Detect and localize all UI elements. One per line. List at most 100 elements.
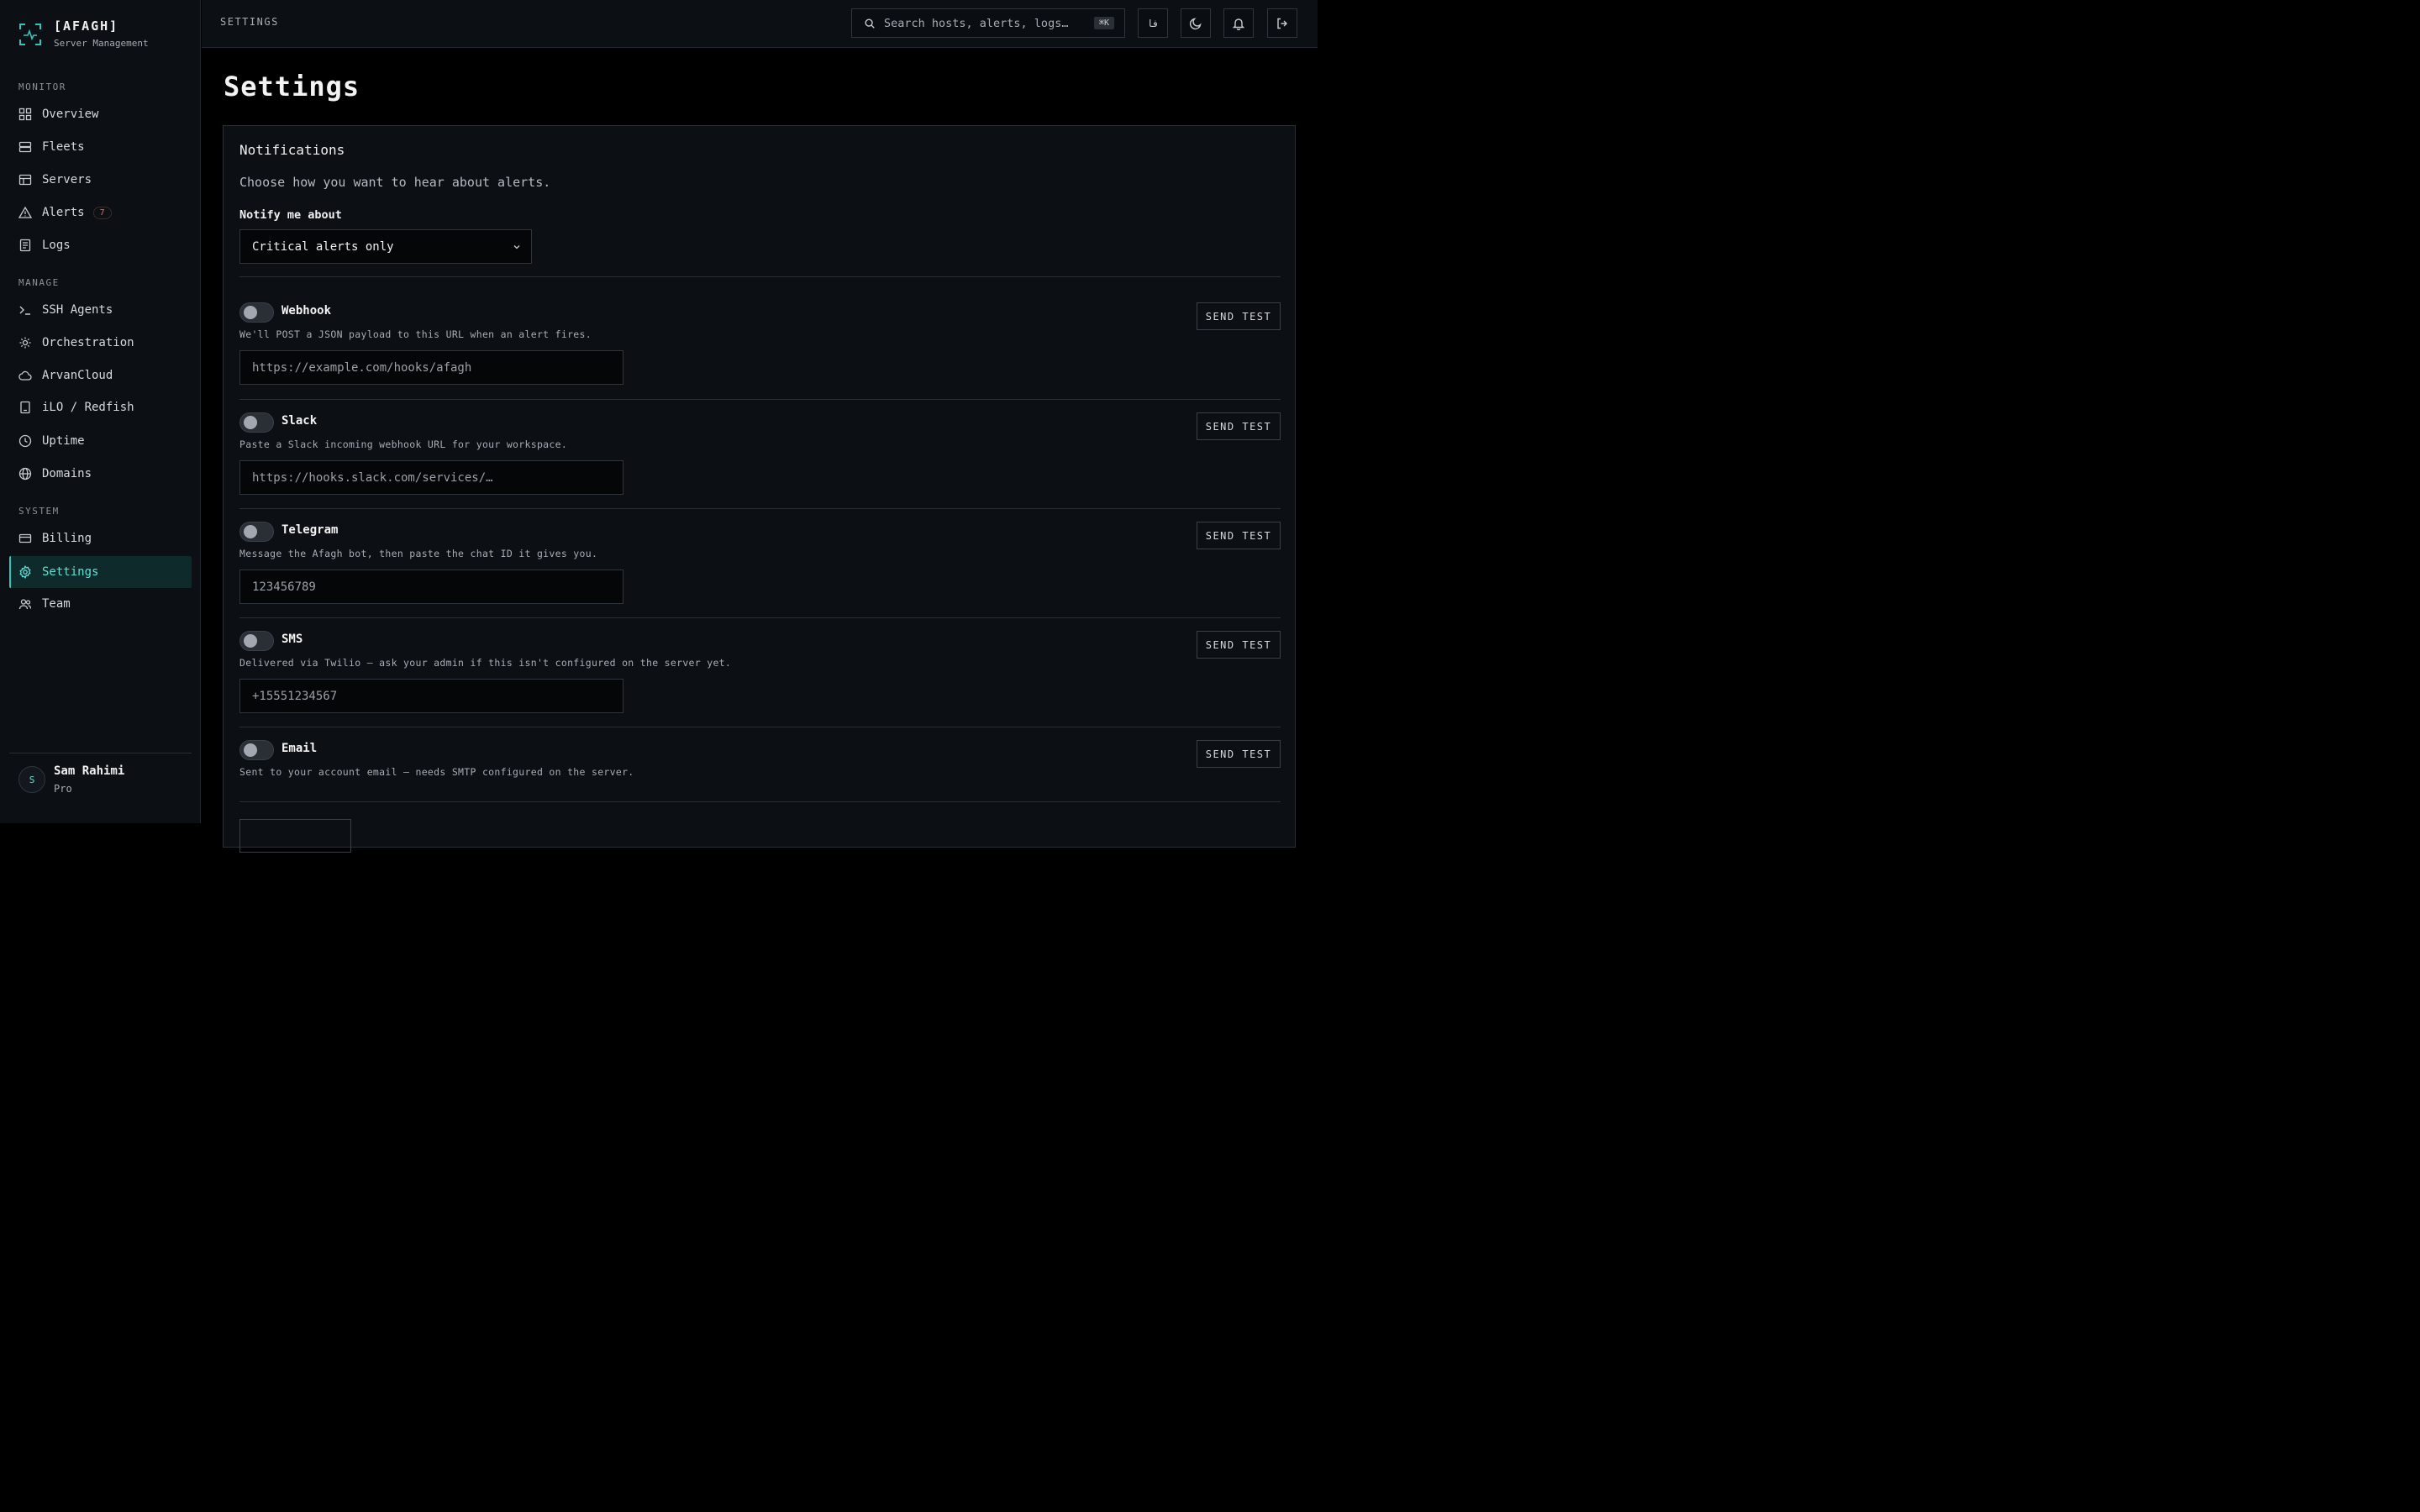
clock-icon: [18, 434, 32, 448]
save-button[interactable]: [239, 819, 351, 853]
input-placeholder: +15551234567: [252, 689, 338, 703]
device-icon: [20, 401, 30, 414]
language-label: فا: [1146, 17, 1160, 29]
sidebar-item-label: Servers: [42, 173, 92, 186]
slack-send-test-button[interactable]: SEND TEST: [1197, 412, 1281, 440]
notifications-card: Notifications Choose how you want to hea…: [223, 125, 1296, 853]
notify-level-select[interactable]: Critical alerts only: [239, 229, 532, 264]
notifications-button[interactable]: [1223, 8, 1254, 38]
users-icon: [18, 599, 32, 610]
sidebar-item-uptime[interactable]: Uptime: [9, 425, 192, 457]
sidebar-item-arvancloud[interactable]: ArvanCloud: [9, 360, 192, 391]
user-plan: Pro: [54, 783, 72, 795]
channel-name: Webhook: [281, 304, 332, 318]
sms-toggle[interactable]: [239, 631, 274, 651]
user-name: Sam Rahimi: [54, 764, 125, 778]
credit-card-icon: [18, 533, 32, 543]
email-toggle[interactable]: [239, 740, 274, 760]
sidebar-item-ssh-agents[interactable]: SSH Agents: [9, 294, 192, 326]
divider: [239, 508, 1281, 509]
sidebar-item-label: Fleets: [42, 140, 85, 154]
warning-triangle-icon: [18, 206, 32, 218]
channel-description: We'll POST a JSON payload to this URL wh…: [239, 328, 592, 340]
section-label-manage: MANAGE: [18, 277, 60, 288]
theme-toggle-button[interactable]: [1181, 8, 1211, 38]
logout-icon: [1277, 18, 1287, 29]
webhook-send-test-button[interactable]: SEND TEST: [1197, 302, 1281, 330]
user-profile[interactable]: S Sam Rahimi Pro: [18, 764, 124, 795]
language-button[interactable]: فا: [1138, 8, 1168, 38]
brand-subtitle: Server Management: [54, 38, 149, 49]
alerts-count-badge: 7: [92, 206, 112, 219]
sidebar-item-label: Billing: [42, 532, 92, 545]
divider: [239, 276, 1281, 277]
telegram-send-test-button[interactable]: SEND TEST: [1197, 522, 1281, 549]
sidebar-item-ilo-redfish[interactable]: iLO / Redfish: [9, 391, 192, 423]
slack-toggle[interactable]: [239, 412, 274, 433]
channel-description: Paste a Slack incoming webhook URL for y…: [239, 438, 568, 450]
search-icon: [865, 18, 875, 29]
page-title: Settings: [224, 71, 360, 102]
sidebar-item-fleets[interactable]: Fleets: [9, 131, 192, 163]
moon-icon: [1189, 17, 1202, 29]
input-placeholder: https://hooks.slack.com/services/…: [252, 470, 493, 485]
sidebar-item-label: ArvanCloud: [42, 369, 113, 382]
sidebar-item-label: Alerts: [42, 206, 85, 219]
sidebar-item-label: Uptime: [42, 434, 85, 448]
sidebar-item-billing[interactable]: Billing: [9, 522, 192, 554]
bell-icon: [1232, 18, 1245, 30]
brand-name: [AFAGH]: [54, 18, 119, 34]
sidebar-item-label: SSH Agents: [42, 303, 113, 317]
slack-url-input[interactable]: https://hooks.slack.com/services/…: [239, 460, 623, 495]
sidebar-item-label: Overview: [42, 108, 99, 121]
sidebar-item-label: Orchestration: [42, 336, 134, 349]
sidebar-item-orchestration[interactable]: Orchestration: [9, 327, 192, 359]
sidebar-item-label: iLO / Redfish: [42, 401, 134, 414]
sidebar-item-label: Domains: [42, 467, 92, 480]
search-shortcut: ⌘K: [1093, 17, 1114, 29]
sidebar-item-label: Settings: [42, 565, 99, 579]
logout-button[interactable]: [1267, 8, 1297, 38]
input-placeholder: 123456789: [252, 580, 316, 594]
channel-name: Telegram: [281, 523, 339, 537]
card-description: Choose how you want to hear about alerts…: [239, 175, 551, 190]
search-placeholder: Search hosts, alerts, logs…: [884, 16, 1069, 30]
channel-name: Slack: [281, 414, 318, 428]
globe-icon: [18, 467, 32, 480]
section-label-system: SYSTEM: [18, 506, 60, 517]
channel-description: Sent to your account email — needs SMTP …: [239, 766, 634, 778]
sidebar-item-domains[interactable]: Domains: [9, 458, 192, 490]
gear-icon: [19, 565, 31, 579]
search-input[interactable]: Search hosts, alerts, logs… ⌘K: [851, 8, 1125, 38]
chevron-down-icon: [513, 245, 520, 249]
channel-description: Message the Afagh bot, then paste the ch…: [239, 548, 598, 559]
notify-level-value: Critical alerts only: [252, 239, 394, 254]
telegram-toggle[interactable]: [239, 522, 274, 542]
card-title: Notifications: [239, 142, 345, 158]
telegram-chat-id-input[interactable]: 123456789: [239, 570, 623, 604]
webhook-toggle[interactable]: [239, 302, 274, 323]
sidebar-item-settings[interactable]: Settings: [9, 556, 192, 588]
email-send-test-button[interactable]: SEND TEST: [1197, 740, 1281, 768]
breadcrumb: SETTINGS: [220, 16, 279, 28]
brand-logo-icon: [19, 24, 41, 45]
sun-cog-icon: [19, 337, 31, 349]
sms-phone-input[interactable]: +15551234567: [239, 679, 623, 713]
server-stack-icon: [18, 141, 32, 153]
sidebar-item-alerts[interactable]: Alerts 7: [9, 197, 192, 228]
sidebar-item-team[interactable]: Team: [9, 588, 192, 620]
divider: [239, 801, 1281, 802]
section-label-monitor: MONITOR: [18, 81, 66, 92]
sidebar-item-overview[interactable]: Overview: [9, 98, 192, 130]
sidebar: [AFAGH] Server Management MONITOR Overvi…: [0, 0, 201, 823]
notify-level-label: Notify me about: [239, 208, 342, 222]
webhook-url-input[interactable]: https://example.com/hooks/afagh: [239, 350, 623, 385]
sidebar-item-logs[interactable]: Logs: [9, 229, 192, 261]
sms-send-test-button[interactable]: SEND TEST: [1197, 631, 1281, 659]
channel-name: SMS: [281, 633, 303, 646]
sidebar-item-servers[interactable]: Servers: [9, 164, 192, 196]
avatar: S: [18, 766, 45, 793]
divider: [239, 399, 1281, 400]
brand[interactable]: [AFAGH] Server Management: [18, 18, 149, 49]
table-icon: [18, 174, 32, 186]
